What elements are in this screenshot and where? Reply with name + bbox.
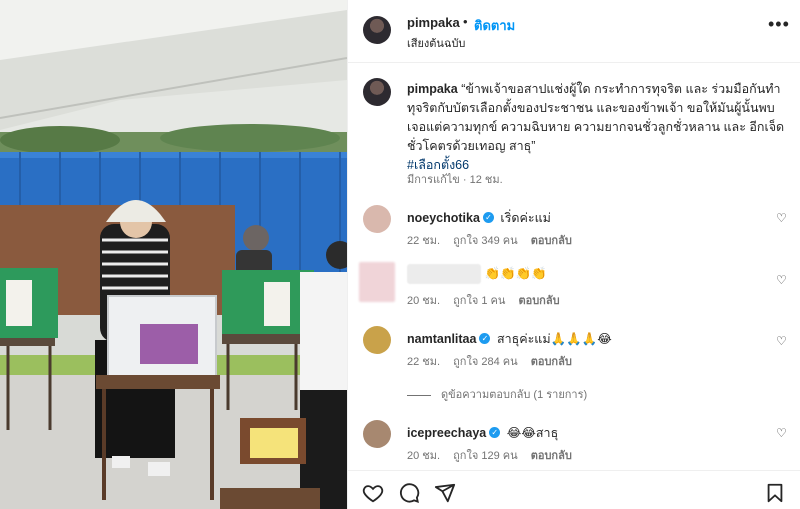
commenter-username-blurred[interactable]	[407, 264, 481, 284]
comment-meta: 20 ชม. ถูกใจ 129 คน ตอบกลับ	[407, 446, 582, 464]
comment-heart-icon[interactable]: ♡	[776, 334, 787, 348]
comment-heart-icon[interactable]: ♡	[776, 273, 787, 287]
view-replies-label: ดูข้อความตอบกลับ (1 รายการ)	[441, 389, 588, 401]
comment-likes[interactable]: ถูกใจ 284 คน	[453, 356, 517, 368]
share-icon[interactable]	[434, 482, 456, 504]
commenter-avatar[interactable]	[363, 326, 391, 354]
reply-button[interactable]: ตอบกลับ	[531, 356, 572, 368]
comment-text: เริ่ดค่ะแม่	[500, 211, 551, 225]
comment-icon[interactable]	[398, 482, 420, 504]
reply-button[interactable]: ตอบกลับ	[531, 235, 572, 247]
more-options-icon[interactable]: •••	[768, 14, 790, 35]
comment-time: 22 ชม.	[407, 356, 441, 368]
commenter-username[interactable]: noeychotika	[407, 211, 480, 225]
post-photo	[0, 0, 347, 509]
comment-body: noeychotika ✓ เริ่ดค่ะแม่	[407, 208, 551, 228]
comment-likes[interactable]: ถูกใจ 129 คน	[453, 450, 517, 462]
comment-body: 👏👏👏👏	[407, 264, 547, 284]
commenter-avatar[interactable]	[359, 262, 395, 302]
comment-time: 20 ชม.	[407, 295, 441, 307]
audio-label[interactable]: เสียงต้นฉบับ	[407, 34, 465, 52]
comment-likes[interactable]: ถูกใจ 349 คน	[453, 235, 517, 247]
caption-author[interactable]: pimpaka	[407, 82, 458, 96]
caption-author-avatar[interactable]	[363, 78, 391, 106]
bookmark-icon[interactable]	[764, 482, 786, 504]
polling-station-photo	[0, 0, 347, 509]
post-caption: pimpaka “ข้าพเจ้าขอสาปแช่งผู้ใด กระทำการ…	[407, 80, 787, 175]
comment-meta: 22 ชม. ถูกใจ 284 คน ตอบกลับ	[407, 352, 582, 370]
comment-text: 😂😂สาธุ	[506, 426, 559, 440]
author-username[interactable]: pimpaka	[407, 15, 460, 30]
post-header: pimpaka • ติดตาม เสียงต้นฉบับ •••	[348, 0, 800, 63]
commenter-username[interactable]: icepreechaya	[407, 426, 486, 440]
comment-text: สาธุค่ะแม่🙏🙏🙏😂	[496, 332, 612, 346]
comment-meta: 20 ชม. ถูกใจ 1 คน ตอบกลับ	[407, 291, 570, 309]
comment-meta: 22 ชม. ถูกใจ 349 คน ตอบกลับ	[407, 231, 582, 249]
commenter-avatar[interactable]	[363, 420, 391, 448]
comment-heart-icon[interactable]: ♡	[776, 211, 787, 225]
comment-likes[interactable]: ถูกใจ 1 คน	[453, 295, 505, 307]
commenter-username[interactable]: namtanlitaa	[407, 332, 476, 346]
comment-text: 👏👏👏👏	[484, 266, 547, 281]
heart-icon[interactable]	[362, 482, 384, 504]
commenter-avatar[interactable]	[363, 205, 391, 233]
post-action-bar	[348, 470, 800, 509]
verified-icon: ✓	[482, 212, 494, 224]
caption-meta: มีการแก้ไข · 12 ชม.	[407, 174, 503, 186]
verified-icon: ✓	[489, 427, 501, 439]
caption-text: “ข้าพเจ้าขอสาปแช่งผู้ใด กระทำการทุจริต แ…	[407, 82, 785, 153]
reply-button[interactable]: ตอบกลับ	[531, 450, 572, 462]
author-avatar[interactable]	[363, 16, 391, 44]
comment-time: 20 ชม.	[407, 450, 441, 462]
replies-divider-line	[407, 394, 431, 396]
follow-button[interactable]: ติดตาม	[474, 15, 515, 36]
view-replies-link[interactable]: ดูข้อความตอบกลับ (1 รายการ)	[407, 385, 587, 403]
separator-dot: •	[463, 14, 468, 29]
verified-icon: ✓	[479, 333, 491, 345]
comment-time: 22 ชม.	[407, 235, 441, 247]
comment-body: icepreechaya ✓ 😂😂สาธุ	[407, 423, 558, 443]
reply-button[interactable]: ตอบกลับ	[518, 295, 559, 307]
comment-body: namtanlitaa ✓ สาธุค่ะแม่🙏🙏🙏😂	[407, 329, 612, 349]
comment-heart-icon[interactable]: ♡	[776, 426, 787, 440]
post-sidebar: pimpaka • ติดตาม เสียงต้นฉบับ ••• pimpak…	[347, 0, 800, 509]
